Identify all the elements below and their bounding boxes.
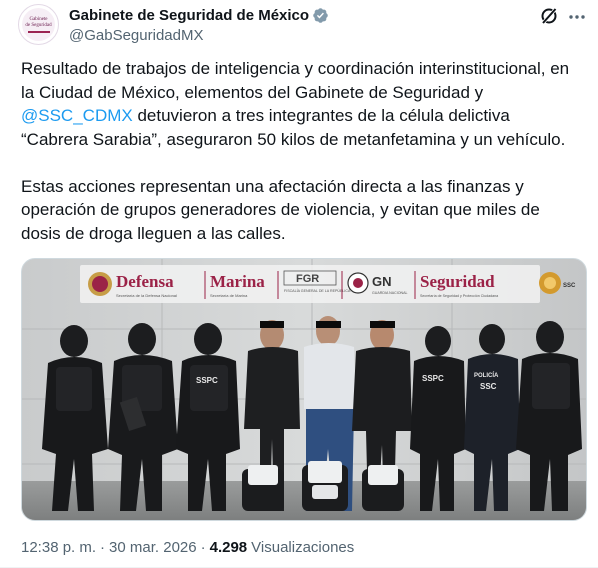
avatar-bar [27,30,50,33]
avatar-logo: Gabinete de Seguridad [22,8,55,41]
author-avatar[interactable]: Gabinete de Seguridad [18,4,59,45]
marina-text: Marina [210,272,265,291]
ssc-banner-text: SSC [563,283,576,289]
defensa-subtext: Secretaría de la Defensa Nacional [116,293,177,298]
vest-label-policia: POLICÍA [474,371,499,379]
post-paragraph-1: Resultado de trabajos de inteligencia y … [21,57,581,151]
photo-scene: Defensa Secretaría de la Defensa Naciona… [22,259,586,520]
separator-dot: · [200,539,206,556]
views-count: 4.298 [209,539,248,556]
post-image[interactable]: Defensa Secretaría de la Defensa Naciona… [21,258,587,521]
author-display-name[interactable]: Gabinete de Seguridad de México [69,7,309,24]
avatar-text-line-2: de Seguridad [25,22,52,28]
post-text: Resultado de trabajos de inteligencia y … [21,57,581,245]
mention-link[interactable]: @SSC_CDMX [21,106,133,125]
post: Gabinete de Seguridad Gabinete de Seguri… [0,0,598,568]
post-metadata: 12:38 p. m. · 30 mar. 2026 · 4.298 Visua… [21,539,354,556]
seguridad-logo: Seguridad Secretaría de Seguridad y Prot… [420,272,498,298]
seguridad-text: Seguridad [420,272,495,291]
verified-badge-icon[interactable] [312,7,329,24]
more-options-icon[interactable] [567,7,587,27]
post-time[interactable]: 12:38 p. m. [21,539,96,556]
vest-label-sspc-2: SSPC [422,374,444,383]
gn-text: GN [372,274,392,289]
fgr-subtext: FISCALÍA GENERAL DE LA REPÚBLICA [284,288,351,293]
fgr-text: FGR [296,273,319,285]
seguridad-subtext: Secretaría de Seguridad y Protección Ciu… [420,294,498,298]
author-name-row: Gabinete de Seguridad de México [69,7,329,24]
paragraph-1-start: Resultado de trabajos de inteligencia y … [21,59,570,102]
views-label: Visualizaciones [251,539,355,556]
seized-packages [242,461,404,511]
defensa-logo: Defensa Secretaría de la Defensa Naciona… [88,272,177,298]
defensa-text: Defensa [116,272,174,291]
vest-label-ssc: SSC [480,382,497,391]
gn-subtext: GUARDIA NACIONAL [372,291,408,295]
separator-dot: · [100,539,106,556]
grok-icon[interactable] [539,6,559,26]
vest-label-sspc-1: SSPC [196,376,218,385]
post-paragraph-2: Estas acciones representan una afectació… [21,176,540,243]
post-date[interactable]: 30 mar. 2026 [109,539,197,556]
marina-subtext: Secretaría de Marina [210,293,248,298]
author-handle[interactable]: @GabSeguridadMX [69,27,203,44]
